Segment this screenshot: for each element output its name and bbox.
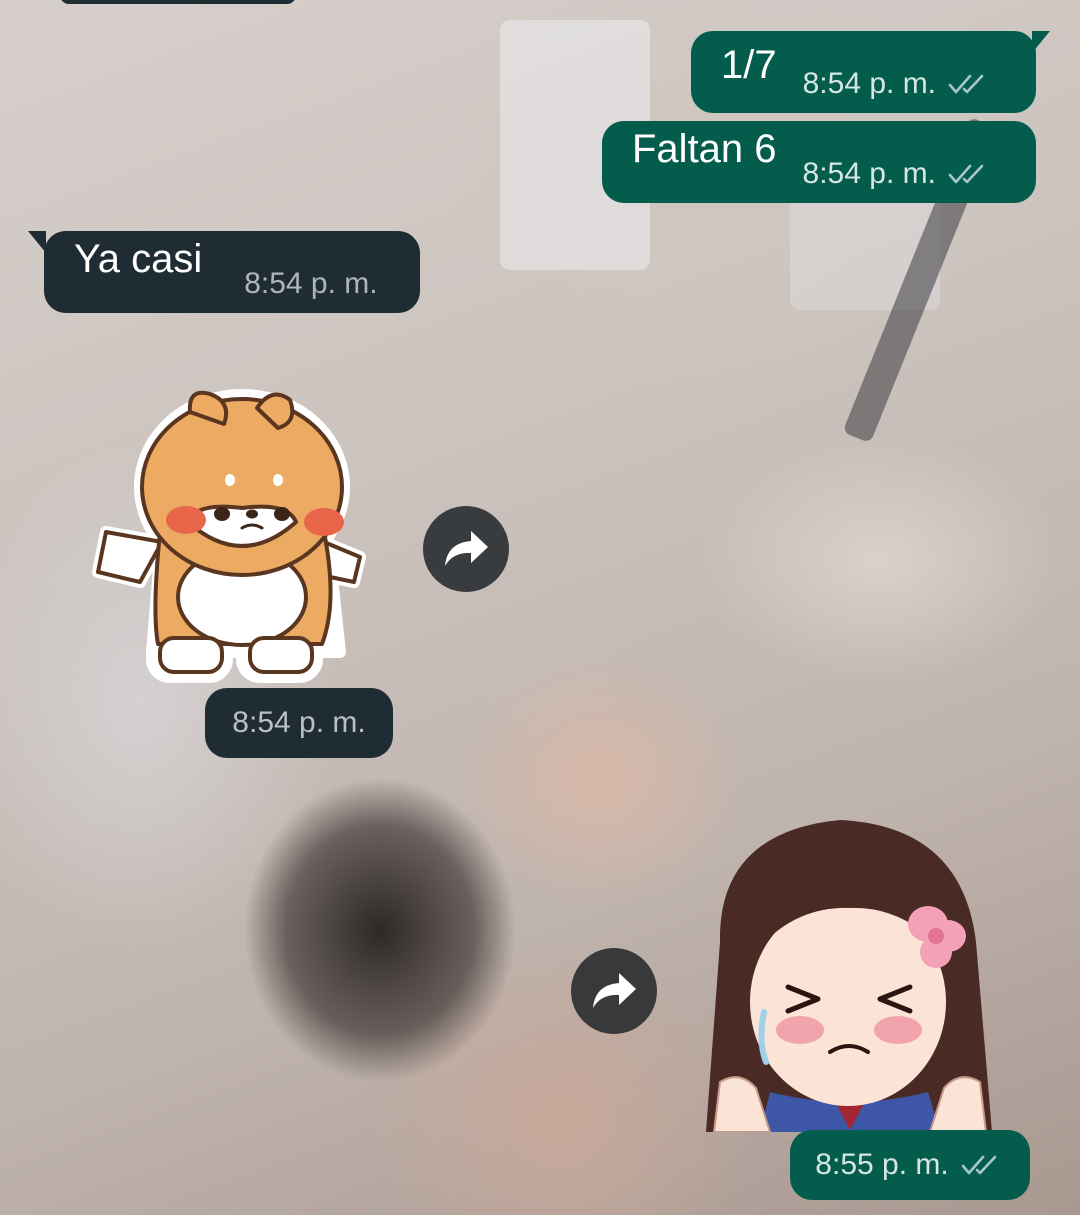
message-meta: 8:54 p. m. <box>803 157 992 191</box>
forward-icon <box>445 531 488 566</box>
chat-background: 1/7 8:54 p. m. Faltan 6 8:54 p. m. Ya ca… <box>0 0 1080 1215</box>
previous-message-bubble[interactable] <box>60 0 296 4</box>
shiba-dog-sticker[interactable] <box>92 382 368 688</box>
message-bubble-outgoing[interactable]: Faltan 6 8:54 p. m. <box>602 121 1036 203</box>
message-text: 1/7 <box>721 43 777 87</box>
message-text: Ya casi <box>74 237 203 281</box>
double-check-icon <box>948 164 984 184</box>
message-time-pill: 8:54 p. m. <box>205 688 393 758</box>
forward-icon <box>593 973 636 1008</box>
message-time: 8:54 p. m. <box>802 67 937 100</box>
double-check-icon <box>948 74 984 94</box>
message-time-pill: 8:55 p. m. <box>790 1130 1030 1200</box>
message-time: 8:54 p. m. <box>802 157 936 190</box>
crying-anime-girl-sticker[interactable] <box>700 812 1000 1132</box>
bubble-tail <box>28 231 46 253</box>
message-meta: 8:54 p. m. <box>803 67 992 101</box>
forward-button[interactable] <box>571 948 657 1034</box>
forward-button[interactable] <box>423 506 509 592</box>
message-time: 8:54 p. m. <box>232 706 366 739</box>
message-time: 8:54 p. m. <box>244 267 378 300</box>
message-meta: 8:54 p. m. <box>244 267 377 301</box>
message-bubble-outgoing[interactable]: 1/7 8:54 p. m. <box>691 31 1050 113</box>
bubble-tail <box>1032 31 1050 53</box>
double-check-icon <box>961 1155 997 1175</box>
message-bubble-incoming[interactable]: Ya casi 8:54 p. m. <box>28 231 420 313</box>
message-time: 8:55 p. m. <box>815 1148 949 1181</box>
message-text: Faltan 6 <box>632 127 777 171</box>
